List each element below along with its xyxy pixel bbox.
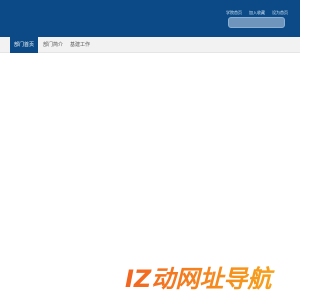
main-nav: 部门首页 部门简介 基建工作: [0, 37, 300, 53]
header-bar: 学院首页 加入收藏 设为首页: [0, 0, 300, 37]
watermark-logo: IZ动网址导航: [125, 264, 297, 292]
set-homepage-link[interactable]: 设为首页: [272, 10, 288, 15]
search-input[interactable]: [228, 17, 285, 28]
watermark-text: IZ动网址导航: [125, 265, 275, 292]
top-links: 学院首页 加入收藏 设为首页: [226, 10, 288, 15]
favorite-link[interactable]: 加入收藏: [249, 10, 265, 15]
page: 学院首页 加入收藏 设为首页 部门首页 部门简介 基建工作 IZ动网址导航: [0, 0, 300, 300]
nav-item-department-profile[interactable]: 部门简介: [43, 37, 63, 53]
home-link[interactable]: 学院首页: [226, 10, 242, 15]
nav-item-department-home[interactable]: 部门首页: [10, 37, 38, 53]
nav-item-infrastructure-work[interactable]: 基建工作: [70, 37, 90, 53]
